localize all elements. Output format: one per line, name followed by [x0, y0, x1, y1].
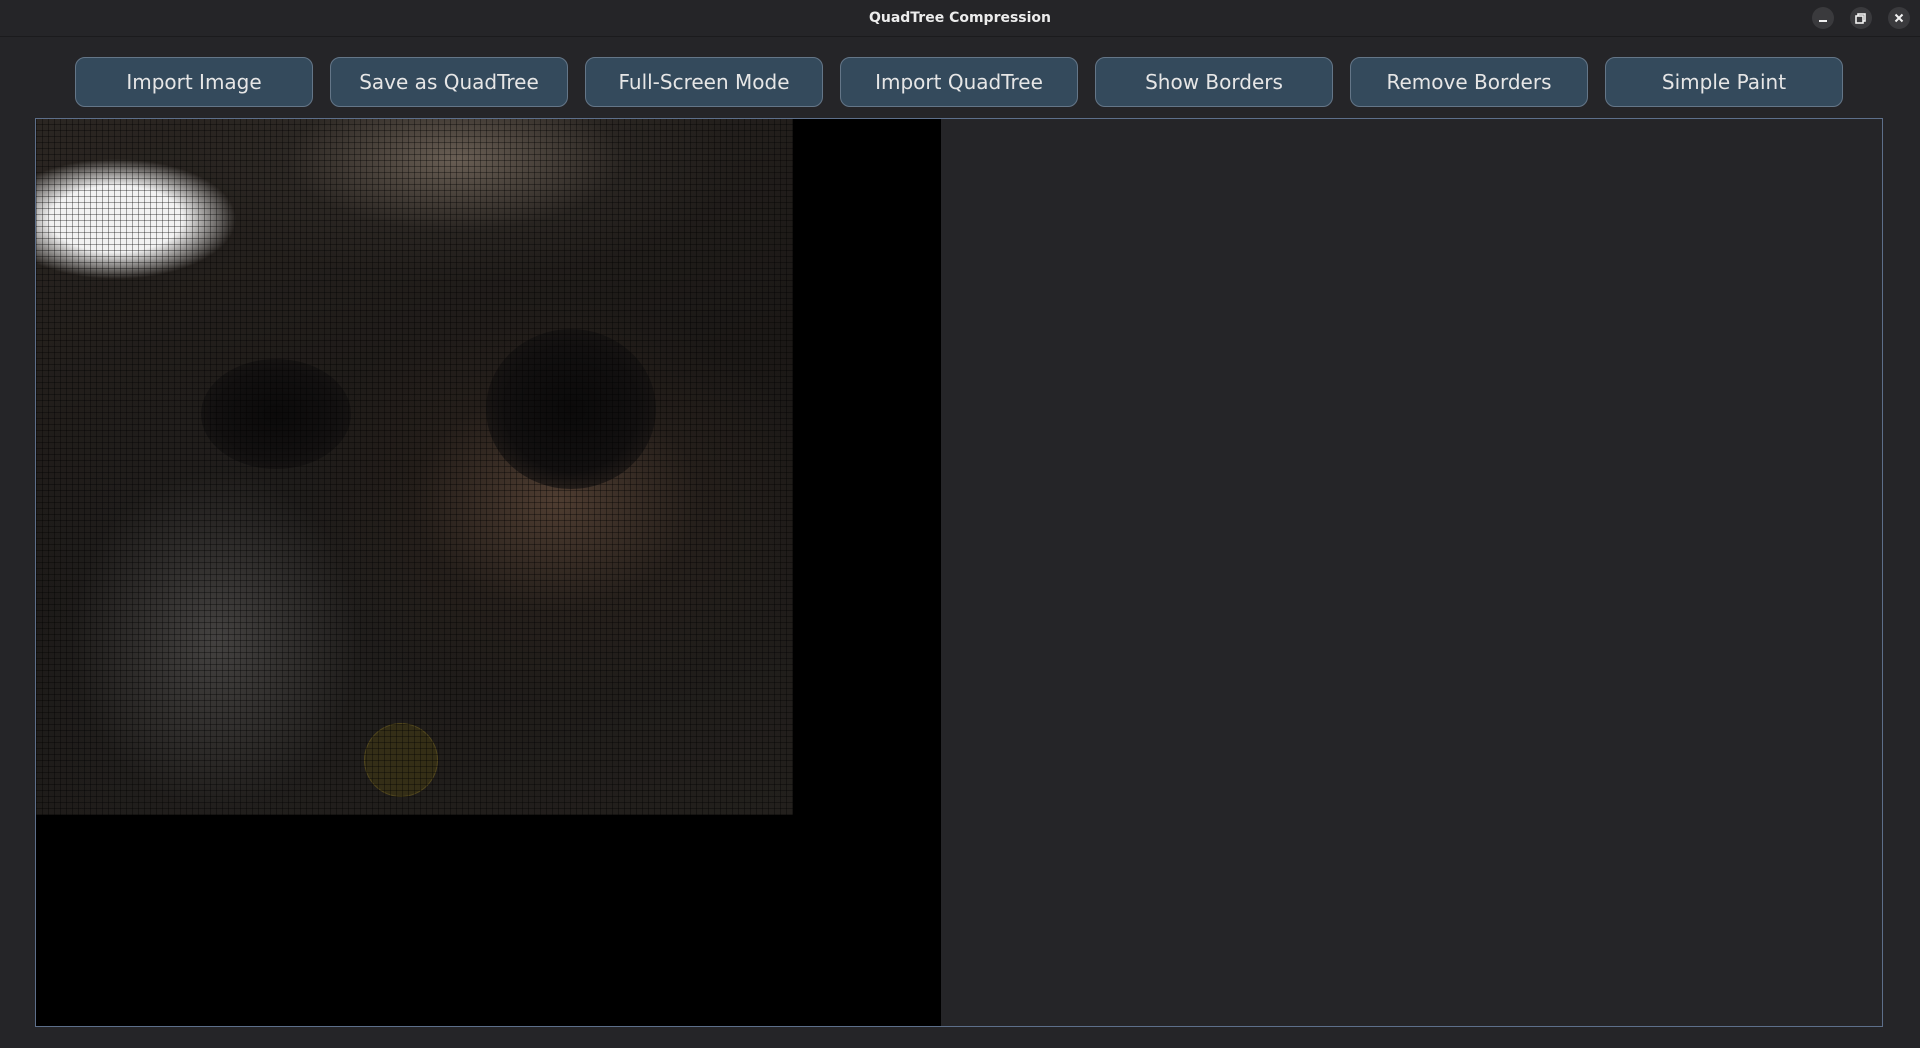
- full-screen-mode-button[interactable]: Full-Screen Mode: [585, 57, 823, 107]
- simple-paint-button[interactable]: Simple Paint: [1605, 57, 1843, 107]
- remove-borders-button[interactable]: Remove Borders: [1350, 57, 1588, 107]
- close-button[interactable]: [1888, 7, 1910, 29]
- import-quadtree-button[interactable]: Import QuadTree: [840, 57, 1078, 107]
- toolbar: Import Image Save as QuadTree Full-Scree…: [0, 57, 1920, 109]
- import-image-button[interactable]: Import Image: [75, 57, 313, 107]
- quadtree-grid-overlay: [36, 119, 793, 815]
- window-title: QuadTree Compression: [868, 10, 1052, 26]
- maximize-button[interactable]: [1850, 7, 1872, 29]
- close-icon: [1894, 13, 1904, 23]
- show-borders-button[interactable]: Show Borders: [1095, 57, 1333, 107]
- maximize-icon: [1855, 13, 1866, 24]
- quadtree-image[interactable]: [36, 119, 793, 815]
- minimize-icon: [1819, 20, 1827, 22]
- title-bar: QuadTree Compression: [0, 0, 1920, 37]
- save-as-quadtree-button[interactable]: Save as QuadTree: [330, 57, 568, 107]
- minimize-button[interactable]: [1812, 7, 1834, 29]
